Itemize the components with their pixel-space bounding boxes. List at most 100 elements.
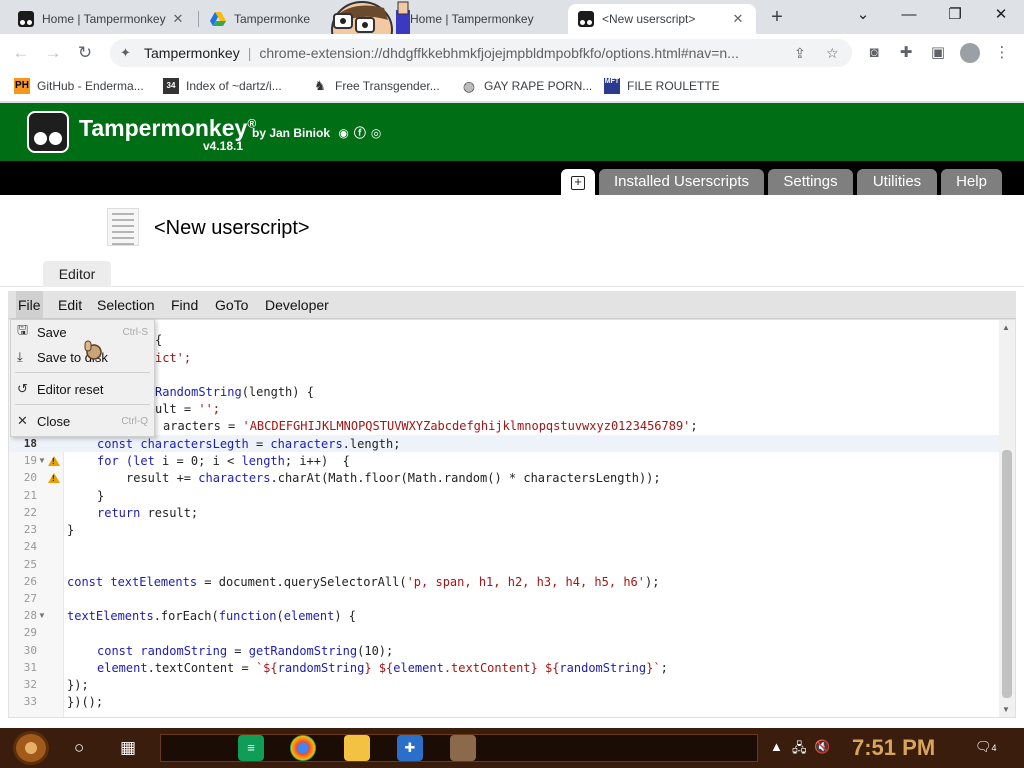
- code-token: randomString: [140, 644, 228, 658]
- bookmark-label: Index of ~dartz/i...: [186, 79, 282, 93]
- menu-edit[interactable]: Edit: [56, 291, 84, 319]
- bookmarks-bar: PH GitHub - Enderma... 34 Index of ~dart…: [0, 72, 1024, 102]
- instagram-icon[interactable]: ◎: [371, 126, 381, 140]
- tab-search-chevron-icon[interactable]: ⌄: [848, 4, 878, 28]
- menu-file[interactable]: File: [16, 291, 43, 319]
- restore-button[interactable]: ❐: [940, 4, 970, 28]
- tab-editor[interactable]: Editor: [43, 261, 111, 287]
- start-button[interactable]: [13, 731, 49, 765]
- google-sheets-icon[interactable]: ≡: [238, 735, 264, 761]
- code-token: element: [283, 609, 335, 623]
- network-icon[interactable]: 🖧: [792, 739, 807, 761]
- tab-installed-userscripts[interactable]: Installed Userscripts: [599, 169, 764, 195]
- tab-help[interactable]: Help: [941, 169, 1002, 195]
- extension-puzzle-icon: ✦: [120, 45, 131, 60]
- tampermonkey-icon: [578, 11, 594, 27]
- extensions-icon[interactable]: ✚: [896, 43, 916, 63]
- task-view-icon[interactable]: ▦: [120, 738, 136, 758]
- menu-divider: [15, 372, 150, 373]
- notification-center-icon[interactable]: 🗨4: [975, 739, 997, 755]
- more-menu-icon[interactable]: ⋮: [992, 43, 1012, 63]
- fold-arrow-icon[interactable]: ▼: [38, 456, 46, 465]
- code-line: {: [155, 333, 162, 347]
- code-token: ;: [690, 419, 698, 433]
- bookmark-gr[interactable]: ◍ GAY RAPE PORN...: [461, 78, 592, 94]
- scrollbar-thumb[interactable]: [1002, 450, 1012, 698]
- file-explorer-icon[interactable]: [344, 735, 370, 761]
- file-menu-editor-reset[interactable]: ↺ Editor reset: [11, 377, 154, 401]
- tray-chevron-icon[interactable]: ▲: [770, 739, 783, 754]
- code-editor[interactable]: 18 19 ▼ 20 21 22 23 24 25 26 27 28 ▼ 29 …: [8, 319, 1016, 718]
- bookmark-github[interactable]: PH GitHub - Enderma...: [14, 78, 144, 94]
- code-line: aracters = 'ABCDEFGHIJKLMNOPQSTUVWXYZabc…: [163, 419, 698, 433]
- file-menu-close[interactable]: ✕ Close Ctrl-Q: [11, 409, 154, 433]
- minimize-button[interactable]: —: [894, 4, 924, 28]
- menu-goto[interactable]: GoTo: [213, 291, 250, 319]
- download-tray-icon: ⤓: [17, 349, 23, 364]
- editor-scrollbar[interactable]: ▲ ▼: [999, 320, 1015, 717]
- reload-button[interactable]: ↻: [72, 40, 98, 66]
- google-drive-icon: [210, 12, 226, 26]
- menu-label: Save: [37, 324, 67, 340]
- user-photo-app-icon[interactable]: [450, 735, 476, 761]
- volume-muted-icon[interactable]: 🔇: [814, 739, 830, 755]
- new-tab-button[interactable]: +: [765, 6, 789, 30]
- tampermonkey-header: Tampermonkey® by Jan Biniok ◉ ⓕ ◎ v4.18.1: [0, 103, 1024, 161]
- code-token: '';: [198, 402, 221, 416]
- back-button[interactable]: ←: [8, 40, 34, 66]
- menu-developer[interactable]: Developer: [263, 291, 331, 319]
- tab-settings[interactable]: Settings: [768, 169, 853, 195]
- code-line: const randomString = getRandomString(10)…: [97, 644, 393, 658]
- code-token: }: [97, 489, 105, 503]
- fold-arrow-icon[interactable]: ▼: [38, 611, 46, 620]
- close-window-button[interactable]: ✕: [986, 4, 1016, 28]
- bookmark-index[interactable]: 34 Index of ~dartz/i...: [163, 78, 282, 94]
- warning-icon[interactable]: [48, 473, 60, 483]
- close-icon: ✕: [17, 413, 28, 428]
- browser-tab-tampermonkey[interactable]: Tampermonkey: [200, 4, 320, 34]
- menu-selection[interactable]: Selection: [95, 291, 157, 319]
- share-icon[interactable]: ⇪: [794, 45, 806, 62]
- tab-title: Home | Tampermonkey: [42, 12, 166, 26]
- tab-utilities[interactable]: Utilities: [857, 169, 937, 195]
- line-number: 24: [23, 540, 37, 553]
- code-token: const: [67, 575, 111, 589]
- address-bar[interactable]: ✦ Tampermonkey | chrome-extension://dhdg…: [110, 39, 852, 67]
- menu-find[interactable]: Find: [169, 291, 200, 319]
- close-icon[interactable]: ✕: [170, 11, 186, 27]
- forward-button[interactable]: →: [40, 40, 66, 66]
- github-icon[interactable]: ◉: [338, 126, 348, 140]
- profile-avatar-icon[interactable]: [960, 43, 980, 63]
- app-grid-icon[interactable]: ✚: [397, 735, 423, 761]
- code-line: textElements.forEach(function(element) {: [67, 609, 356, 623]
- warning-icon[interactable]: [48, 456, 60, 466]
- bookmark-star-icon[interactable]: ☆: [826, 45, 839, 62]
- code-line: result += characters.charAt(Math.floor(M…: [126, 471, 661, 485]
- facebook-icon[interactable]: ⓕ: [354, 126, 366, 140]
- tampermonkey-icon: [18, 11, 34, 27]
- line-number: 33: [23, 695, 37, 708]
- browser-tab-new-userscript[interactable]: <New userscript> ✕: [568, 4, 756, 34]
- code-token: 'ABCDEFGHIJKLMNOPQSTUVWXYZabcdefghijklmn…: [242, 419, 691, 433]
- bookmark-free[interactable]: ♞ Free Transgender...: [312, 78, 440, 94]
- code-token: element: [97, 661, 148, 675]
- scroll-up-arrow-icon[interactable]: ▲: [1002, 323, 1010, 332]
- cortana-circle-icon[interactable]: ○: [74, 738, 84, 758]
- side-panel-icon[interactable]: ▣: [928, 43, 948, 63]
- code-token: const: [97, 437, 141, 451]
- tab-title: Home | Tampermonkey: [410, 12, 534, 26]
- menu-divider: [15, 404, 150, 405]
- browser-tab-home-1[interactable]: Home | Tampermonkey ✕: [8, 4, 196, 34]
- taskbar-clock[interactable]: 7:51 PM: [852, 735, 935, 761]
- line-number: 19: [23, 454, 37, 467]
- chrome-icon[interactable]: [290, 735, 316, 761]
- close-icon[interactable]: ✕: [730, 11, 746, 27]
- code-token: });: [67, 678, 89, 692]
- code-token: (let: [125, 454, 163, 468]
- new-script-tab[interactable]: +: [561, 169, 595, 195]
- code-token: i = 0; i <: [162, 454, 242, 468]
- bookmark-file-roulette[interactable]: MFT FILE ROULETTE: [604, 78, 720, 94]
- scroll-down-arrow-icon[interactable]: ▼: [1002, 705, 1010, 714]
- incognito-icon[interactable]: ◙: [864, 43, 884, 63]
- code-line: for (let i = 0; i < length; i++) {: [97, 454, 350, 468]
